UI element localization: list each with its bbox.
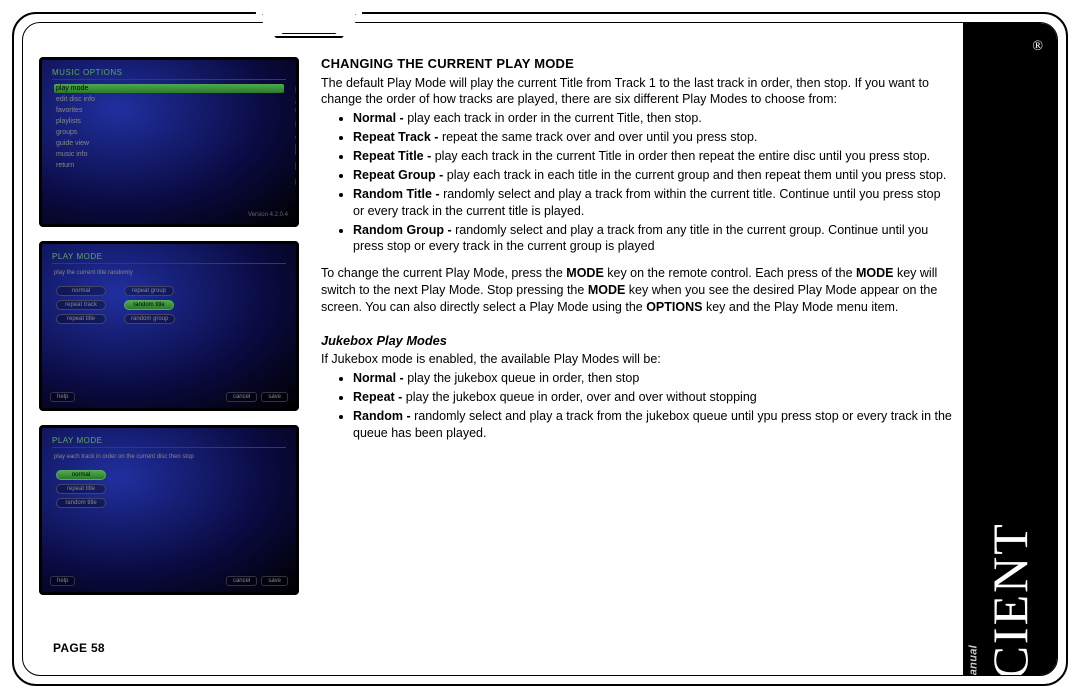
mode-pill: random title: [124, 300, 174, 310]
list-item: Repeat Title - play each track in the cu…: [353, 148, 953, 165]
screenshot-play-mode-normal: PLAY MODE play each track in order on th…: [39, 425, 299, 595]
page-number: PAGE 58: [53, 641, 105, 655]
mode-pill: repeat title: [56, 484, 106, 494]
screenshot-header: PLAY MODE: [42, 244, 296, 263]
page-inner-frame: MUSIC OPTIONS play mode edit disc info f…: [22, 22, 1058, 676]
jukebox-modes-list: Normal - play the jukebox queue in order…: [321, 370, 953, 442]
main-text-column: CHANGING THE CURRENT PLAY MODE The defau…: [313, 23, 963, 675]
help-button: help: [50, 392, 75, 402]
screenshot-music-options: MUSIC OPTIONS play mode edit disc info f…: [39, 57, 299, 227]
save-button: save: [261, 576, 288, 586]
cancel-button: cancel: [226, 392, 257, 402]
list-item: Random Group - randomly select and play …: [353, 222, 953, 256]
options-side-label: OPTIONS: [292, 80, 299, 189]
brand-sidebar: ® FireBall™ AVX & MX Series User's Manua…: [963, 23, 1057, 675]
menu-item: edit disc info: [54, 95, 284, 104]
screenshot-subtitle: play the current title randomly: [42, 268, 296, 282]
menu-item: groups: [54, 128, 284, 137]
save-button: save: [261, 392, 288, 402]
help-button: help: [50, 576, 75, 586]
intro-paragraph: The default Play Mode will play the curr…: [321, 75, 953, 109]
list-item: Repeat Track - repeat the same track ove…: [353, 129, 953, 146]
screenshot-subtitle: play each track in order on the current …: [42, 452, 296, 466]
mode-pill: repeat group: [124, 286, 174, 296]
manual-title: FireBall™ AVX & MX Series User's Manual: [967, 645, 979, 675]
mode-pill: normal: [56, 286, 106, 296]
mode-pill: random group: [124, 314, 175, 324]
menu-item: play mode: [54, 84, 284, 93]
mode-pill: repeat title: [56, 314, 106, 324]
play-modes-list: Normal - play each track in order in the…: [321, 110, 953, 255]
screenshot-header: MUSIC OPTIONS: [42, 60, 296, 79]
cancel-button: cancel: [226, 576, 257, 586]
screenshot-button-row: help cancel save: [50, 576, 288, 586]
menu-item: music info: [54, 150, 284, 159]
list-item: Repeat Group - play each track in each t…: [353, 167, 953, 184]
list-item: Repeat - play the jukebox queue in order…: [353, 389, 953, 406]
page-outer-frame: MUSIC OPTIONS play mode edit disc info f…: [12, 12, 1068, 686]
heading-jukebox-play-modes: Jukebox Play Modes: [321, 332, 953, 349]
menu-item: return: [54, 161, 284, 170]
jukebox-intro: If Jukebox mode is enabled, the availabl…: [321, 351, 953, 368]
list-item: Random Title - randomly select and play …: [353, 186, 953, 220]
menu-item: favorites: [54, 106, 284, 115]
list-item: Normal - play each track in order in the…: [353, 110, 953, 127]
menu-item: guide view: [54, 139, 284, 148]
menu-item: playlists: [54, 117, 284, 126]
mode-pill: repeat track: [56, 300, 106, 310]
mode-pill: normal: [56, 470, 106, 480]
version-label: Version 4.2.0.4: [248, 212, 288, 218]
screenshot-header: PLAY MODE: [42, 428, 296, 447]
content-row: MUSIC OPTIONS play mode edit disc info f…: [23, 23, 1057, 675]
escient-logo: ESCIENT: [981, 522, 1039, 675]
heading-changing-play-mode: CHANGING THE CURRENT PLAY MODE: [321, 55, 953, 73]
mode-pill: random title: [56, 498, 106, 508]
registered-mark: ®: [1032, 39, 1043, 55]
screenshots-column: MUSIC OPTIONS play mode edit disc info f…: [23, 23, 313, 675]
change-mode-paragraph: To change the current Play Mode, press t…: [321, 265, 953, 316]
list-item: Normal - play the jukebox queue in order…: [353, 370, 953, 387]
list-item: Random - randomly select and play a trac…: [353, 408, 953, 442]
screenshot-play-mode-random: PLAY MODE play the current title randoml…: [39, 241, 299, 411]
screenshot-button-row: help cancel save: [50, 392, 288, 402]
